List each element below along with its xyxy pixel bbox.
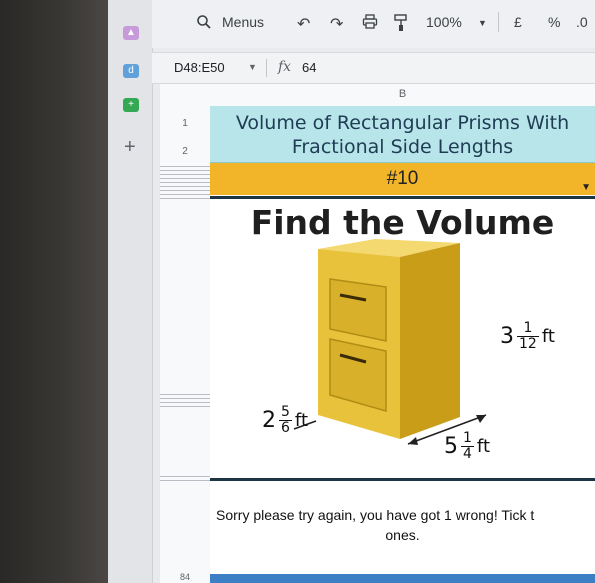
search-icon[interactable] (196, 14, 212, 33)
docs-icon[interactable]: d (123, 64, 139, 78)
row-divider (160, 190, 210, 191)
row-divider (160, 480, 210, 481)
print-icon[interactable] (362, 14, 378, 33)
feedback-line-1: Sorry please try again, you have got 1 w… (216, 507, 535, 523)
row-divider (160, 186, 210, 187)
row-divider (160, 398, 210, 399)
chevron-down-icon[interactable]: ▼ (248, 62, 257, 72)
feedback-message: Sorry please try again, you have got 1 w… (210, 505, 595, 545)
length-label: 5 1 4 ft (444, 431, 490, 462)
menus-search-label[interactable]: Menus (222, 14, 264, 30)
row-divider (160, 178, 210, 179)
problem-number-cell[interactable]: #10 ▼ (210, 163, 595, 195)
row-divider (160, 166, 210, 167)
feedback-panel: Sorry please try again, you have got 1 w… (210, 478, 595, 571)
column-header-b[interactable]: B (210, 84, 595, 107)
chevron-down-icon[interactable]: ▼ (478, 18, 487, 28)
row-divider (160, 194, 210, 195)
sheet-bottom-bar (210, 574, 595, 583)
title-line-2: Fractional Side Lengths (291, 136, 514, 158)
add-icon[interactable]: + (124, 136, 136, 159)
length-whole: 5 (444, 434, 458, 459)
toolbar: Menus ↶ ↷ 100% ▼ £ % .0 (152, 0, 595, 48)
undo-icon[interactable]: ↶ (297, 14, 310, 34)
currency-format-button[interactable]: £ (514, 14, 522, 30)
title-cell[interactable]: Volume of Rectangular Prisms With Fracti… (210, 106, 595, 163)
toolbar-divider (498, 12, 499, 32)
row-header-1[interactable]: 1 (160, 118, 210, 129)
length-unit: ft (476, 436, 490, 457)
row-headers: 1 2 84 (160, 84, 211, 583)
height-unit: ft (541, 326, 555, 347)
fx-icon: fx (278, 59, 292, 75)
title-line-1: Volume of Rectangular Prisms With (235, 112, 570, 134)
problem-number: #10 (386, 168, 419, 189)
worksheet-area: Volume of Rectangular Prisms With Fracti… (210, 106, 595, 583)
length-numerator: 1 (461, 430, 474, 447)
formula-bar: D48:E50 ▼ fx 64 (152, 52, 595, 84)
row-divider (160, 406, 210, 407)
height-numerator: 1 (517, 321, 539, 337)
height-label: 3 1 12 ft (500, 321, 555, 352)
decimal-format-button[interactable]: .0 (576, 14, 588, 30)
height-whole: 3 (500, 324, 514, 349)
redo-icon[interactable]: ↷ (330, 14, 343, 34)
feedback-line-2: ones. (385, 527, 420, 543)
length-denominator: 4 (463, 446, 472, 462)
row-header-84[interactable]: 84 (160, 572, 210, 582)
width-numerator: 5 (279, 404, 292, 421)
row-divider (160, 170, 210, 171)
width-unit: ft (294, 410, 308, 431)
height-denominator: 12 (519, 336, 537, 352)
row-divider (160, 402, 210, 403)
row-divider (160, 394, 210, 395)
row-divider (160, 198, 210, 199)
row-divider (160, 476, 210, 477)
width-label: 2 5 6 ft (262, 405, 308, 436)
contacts-icon[interactable]: ▲ (123, 26, 139, 40)
percent-format-button[interactable]: % (548, 14, 560, 30)
formula-input[interactable]: 64 (302, 60, 316, 75)
zoom-select[interactable]: 100% (426, 14, 462, 30)
row-divider (160, 174, 210, 175)
side-panel: ▲ d + + (108, 0, 153, 583)
width-denominator: 6 (281, 420, 290, 436)
paint-format-icon[interactable] (394, 14, 408, 35)
row-header-2[interactable]: 2 (160, 146, 210, 157)
sheets-icon[interactable]: + (123, 98, 139, 112)
name-box[interactable]: D48:E50 (174, 60, 225, 75)
monitor-bezel (0, 0, 108, 583)
row-divider (160, 182, 210, 183)
width-whole: 2 (262, 408, 276, 433)
formula-divider (266, 59, 267, 77)
spreadsheet-screen: ▲ d + + Menus ↶ ↷ 100% ▼ £ % .0 D48:E50 … (108, 0, 595, 583)
